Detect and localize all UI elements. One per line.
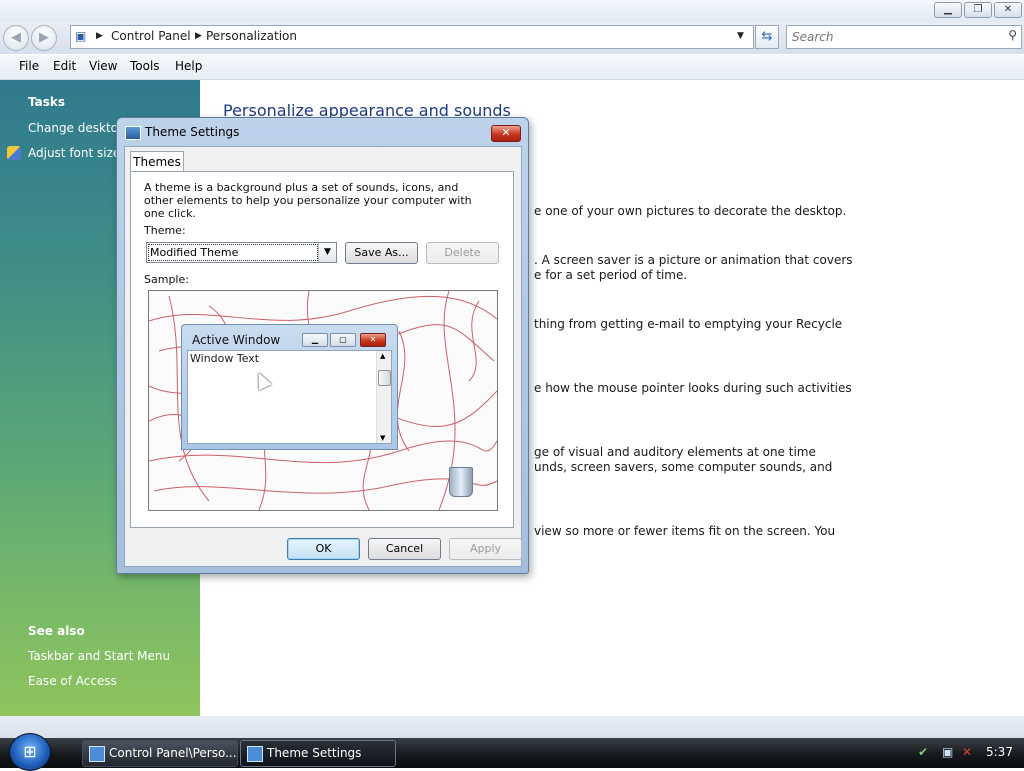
close-button[interactable]: ✕: [994, 2, 1022, 18]
preview-scroll-thumb: [378, 370, 391, 386]
menu-bar: File Edit View Tools Help: [0, 55, 1024, 80]
sample-label: Sample:: [144, 273, 189, 286]
preview-maximize-icon: ▢: [330, 333, 356, 347]
breadcrumb-separator-icon: ▶: [96, 31, 103, 41]
save-as-button[interactable]: Save As...: [345, 242, 418, 264]
taskbar-control-panel[interactable]: Control Panel\Perso...: [82, 740, 238, 767]
menu-help[interactable]: Help: [175, 59, 202, 73]
preview-active-window: Active Window ▁ ▢ ✕ Window Text ▲ ▼: [181, 324, 398, 450]
scroll-up-icon: ▲: [380, 352, 386, 360]
volume-muted-icon[interactable]: ✕: [962, 745, 976, 759]
apply-button[interactable]: Apply: [449, 538, 522, 560]
windows-logo-icon: ⊞: [23, 742, 37, 761]
dialog-body: Themes A theme is a background plus a se…: [124, 146, 522, 567]
search-icon[interactable]: ⚲: [1008, 28, 1017, 42]
refresh-button[interactable]: ⇆: [755, 25, 779, 49]
security-center-icon[interactable]: ✔: [918, 745, 932, 759]
start-button[interactable]: ⊞: [9, 733, 51, 771]
address-toolbar: ◀ ▶ ▣ ▶ Control Panel ▶ Personalization …: [0, 22, 1024, 54]
theme-description: A theme is a background plus a set of so…: [144, 181, 472, 220]
sounds-desc: thing from getting e-mail to emptying yo…: [534, 317, 843, 331]
desktop-background-desc: e one of your own pictures to decorate t…: [534, 204, 847, 218]
scroll-down-icon: ▼: [380, 434, 386, 442]
ok-button[interactable]: OK: [287, 538, 360, 560]
status-bar: [0, 716, 1024, 738]
back-arrow-icon: ◀: [11, 30, 21, 45]
theme-desc: ge of visual and auditory elements at on…: [534, 445, 816, 459]
maximize-button[interactable]: ❐: [964, 2, 992, 18]
theme-settings-icon: [247, 746, 263, 762]
search-box: ⚲: [786, 25, 1022, 49]
see-also-heading: See also: [28, 624, 85, 638]
forward-arrow-icon: ▶: [39, 30, 49, 45]
menu-view[interactable]: View: [89, 59, 117, 73]
breadcrumb-separator-icon: ▶: [195, 31, 202, 41]
screen-saver-desc: . A screen saver is a picture or animati…: [534, 253, 853, 267]
theme-settings-icon: [125, 126, 141, 140]
link-taskbar-start-menu[interactable]: Taskbar and Start Menu: [28, 649, 170, 663]
theme-settings-dialog: Theme Settings ✕ Themes A theme is a bac…: [116, 117, 529, 574]
preview-window-title: Active Window: [192, 333, 281, 347]
menu-file[interactable]: File: [19, 59, 39, 73]
search-input[interactable]: [790, 28, 994, 46]
menu-edit[interactable]: Edit: [53, 59, 76, 73]
breadcrumb-control-panel[interactable]: Control Panel: [111, 29, 191, 43]
dialog-title: Theme Settings: [145, 125, 240, 139]
window-titlebar: ▁ ❐ ✕: [0, 0, 1024, 22]
forward-button[interactable]: ▶: [31, 25, 57, 51]
minimize-button[interactable]: ▁: [934, 2, 962, 18]
link-ease-of-access[interactable]: Ease of Access: [28, 674, 117, 688]
theme-label: Theme:: [144, 224, 186, 237]
control-panel-icon: ▣: [75, 29, 87, 43]
taskbar-theme-settings[interactable]: Theme Settings: [240, 740, 396, 767]
taskbar-item-label: Theme Settings: [267, 746, 362, 760]
control-panel-icon: [89, 746, 105, 762]
theme-desc-2: unds, screen savers, some computer sound…: [534, 460, 833, 474]
preview-close-icon: ✕: [360, 333, 386, 347]
task-change-desktop[interactable]: Change desktop: [28, 121, 126, 135]
network-icon[interactable]: ▣: [942, 745, 956, 759]
dialog-close-button[interactable]: ✕: [491, 125, 521, 142]
uac-shield-icon: [7, 146, 21, 160]
cancel-button[interactable]: Cancel: [368, 538, 441, 560]
delete-button[interactable]: Delete: [426, 242, 499, 264]
task-adjust-font-size[interactable]: Adjust font size (: [28, 146, 129, 160]
theme-dropdown-value: Modified Theme: [148, 244, 318, 261]
tasks-heading: Tasks: [28, 95, 66, 109]
clock[interactable]: 5:37: [986, 745, 1013, 759]
recycle-bin-icon: [449, 467, 473, 497]
preview-window-text: Window Text: [190, 352, 260, 365]
menu-tools[interactable]: Tools: [130, 59, 160, 73]
tab-themes[interactable]: Themes: [130, 151, 184, 172]
mouse-pointers-desc: e how the mouse pointer looks during suc…: [534, 381, 852, 395]
chevron-down-icon: ▼: [318, 243, 336, 262]
theme-dropdown[interactable]: Modified Theme ▼: [146, 242, 337, 263]
taskbar-item-label: Control Panel\Perso...: [109, 746, 237, 760]
preview-minimize-icon: ▁: [302, 333, 328, 347]
display-settings-desc: view so more or fewer items fit on the s…: [534, 524, 836, 538]
screen-saver-desc-2: e for a set period of time.: [534, 268, 688, 282]
theme-sample-preview: Active Window ▁ ▢ ✕ Window Text ▲ ▼: [148, 290, 498, 511]
back-button[interactable]: ◀: [3, 25, 29, 51]
breadcrumb-personalization[interactable]: Personalization: [206, 29, 297, 43]
preview-scrollbar: ▲ ▼: [376, 351, 391, 443]
refresh-icon: ⇆: [761, 29, 773, 44]
address-field[interactable]: ▣ ▶ Control Panel ▶ Personalization ▼: [70, 25, 754, 49]
preview-window-body: Window Text ▲ ▼: [187, 350, 392, 444]
address-dropdown-icon[interactable]: ▼: [737, 31, 744, 41]
